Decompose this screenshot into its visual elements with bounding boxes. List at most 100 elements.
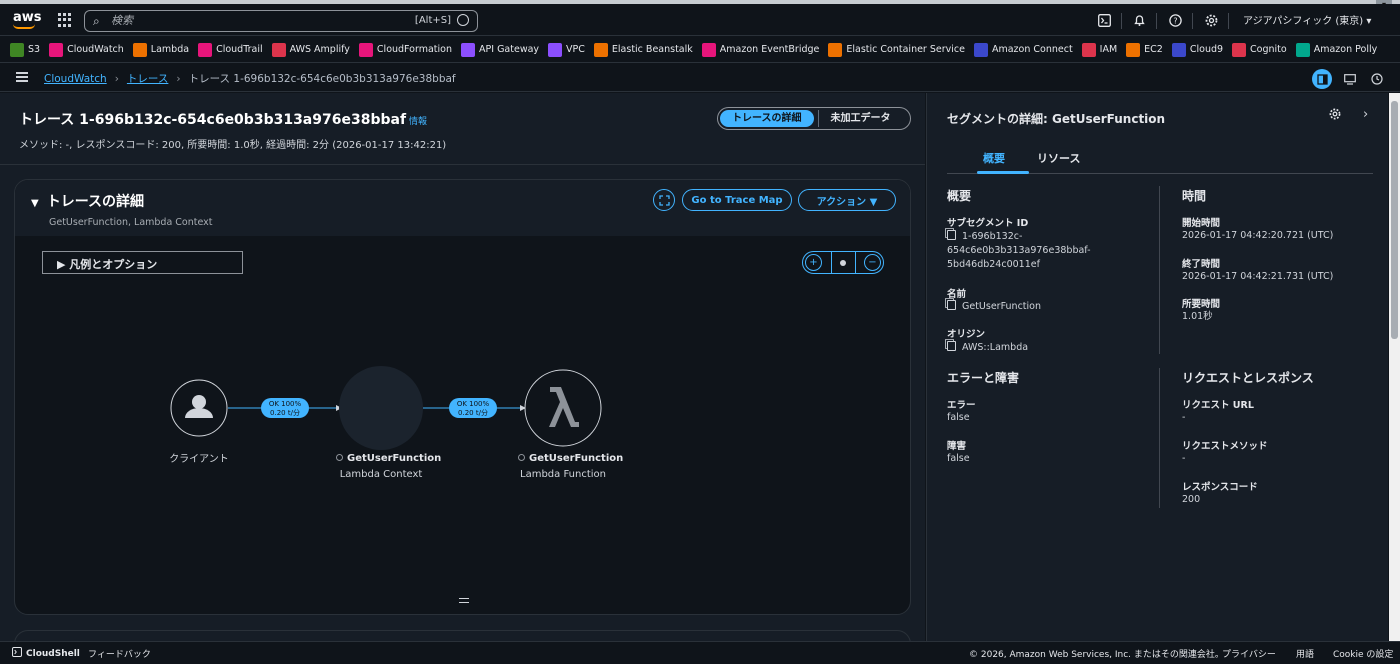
services-grid-icon[interactable]: [58, 13, 72, 27]
error-label: エラー: [947, 400, 976, 411]
duration-value: 1.01秒: [1182, 311, 1213, 322]
edge-stat-pill[interactable]: OK 100% 0.20 t/分: [449, 398, 497, 418]
copy-icon[interactable]: [947, 230, 956, 240]
lambda-function-type: Lambda Function: [520, 469, 606, 480]
favorite-label: Cognito: [1250, 44, 1287, 55]
copyright-text: © 2026, Amazon Web Services, Inc. またはその関…: [969, 650, 1224, 660]
terms-link[interactable]: 用語: [1296, 647, 1314, 660]
privacy-link[interactable]: プライバシー: [1222, 647, 1276, 660]
lambda-context-node[interactable]: [339, 366, 423, 450]
search-input[interactable]: [111, 13, 391, 29]
panel-scrollbar[interactable]: [1389, 93, 1400, 641]
footer: CloudShell フィードバック © 2026, Amazon Web Se…: [0, 641, 1400, 664]
favorite-label: CloudFormation: [376, 44, 453, 55]
copy-icon[interactable]: [947, 300, 956, 310]
subsegment-id-part: 5bd46db24c0011ef: [947, 259, 1040, 270]
end-time-label: 終了時間: [1182, 259, 1221, 270]
breadcrumb-cloudwatch[interactable]: CloudWatch: [44, 73, 107, 85]
favorite-label: IAM: [1099, 44, 1118, 55]
favorite-label: Lambda: [150, 44, 190, 55]
client-node-label: クライアント: [169, 454, 229, 465]
split-panel-icon[interactable]: [1312, 69, 1332, 89]
start-time-value: 2026-01-17 04:42:20.721 (UTC): [1182, 230, 1334, 241]
segment-trace-details[interactable]: トレースの詳細: [720, 110, 814, 127]
request-response-heading: リクエストとレスポンス: [1182, 371, 1314, 385]
menu-icon[interactable]: [16, 72, 28, 82]
tab-overview[interactable]: 概要: [983, 150, 1005, 166]
favorite-item[interactable]: Elastic Beanstalk: [593, 42, 693, 57]
resize-handle-icon[interactable]: [459, 598, 469, 603]
gear-icon[interactable]: [1329, 108, 1341, 124]
favorite-item[interactable]: VPC: [548, 42, 585, 57]
service-icon: [461, 42, 476, 57]
favorite-label: Amazon Connect: [991, 44, 1073, 55]
favorite-item[interactable]: CloudWatch: [49, 42, 124, 57]
top-navigation: aws ⌕ [Alt+S] ? アジアパシフィック (東京) ▾: [0, 4, 1400, 36]
favorite-item[interactable]: Amazon Connect: [973, 42, 1073, 57]
favorites-bar: S3 CloudWatch Lambda CloudTrail AWS Amplify C…: [0, 37, 1400, 63]
service-icon: [593, 42, 608, 57]
favorite-label: Elastic Container Service: [846, 44, 965, 55]
scrollbar-thumb[interactable]: [1391, 101, 1398, 339]
favorite-item[interactable]: API Gateway: [461, 42, 539, 57]
breadcrumb-traces[interactable]: トレース: [127, 71, 168, 86]
overview-heading: 概要: [947, 189, 972, 203]
lambda-context-name: GetUserFunction: [336, 453, 441, 464]
response-code-label: レスポンスコード: [1182, 482, 1258, 493]
favorite-item[interactable]: EC2: [1126, 42, 1163, 57]
status-ring-icon: [518, 454, 525, 461]
request-url-value: -: [1182, 412, 1186, 423]
service-icon: [701, 42, 716, 57]
aws-smile-icon: [13, 24, 35, 29]
gear-icon[interactable]: [1201, 9, 1221, 31]
favorite-item[interactable]: S3: [10, 42, 40, 57]
info-link[interactable]: 情報: [409, 117, 427, 127]
page-header: トレース 1-696b132c-654c6e0b3b313a976e38bbaf…: [0, 93, 925, 165]
segment-raw-data[interactable]: 未加工データ: [817, 110, 903, 127]
edge-stat-ok: OK 100%: [268, 400, 302, 408]
favorite-item[interactable]: AWS Amplify: [271, 42, 350, 57]
aws-logo[interactable]: aws: [13, 10, 42, 30]
bell-icon[interactable]: [1129, 9, 1149, 31]
search-box[interactable]: ⌕ [Alt+S]: [84, 10, 478, 32]
subsegment-id-value: 1-696b132c- 654c6e0b3b313a976e38bbaf- 5bd4…: [947, 229, 1091, 272]
favorite-item[interactable]: Elastic Container Service: [828, 42, 965, 57]
chevron-right-icon: ›: [114, 72, 119, 85]
subsegment-id-label: サブセグメント ID: [947, 218, 1029, 229]
favorite-item[interactable]: Lambda: [132, 42, 190, 57]
lambda-context-name-text: GetUserFunction: [347, 453, 442, 464]
favorite-label: AWS Amplify: [289, 44, 350, 55]
nav-divider: [1228, 13, 1229, 29]
start-time-label: 開始時間: [1182, 218, 1221, 229]
service-icon: [548, 42, 563, 57]
trace-details-card: ▼ トレースの詳細 GetUserFunction, Lambda Context…: [14, 179, 911, 615]
favorite-item[interactable]: CloudFormation: [358, 42, 453, 57]
tab-resources[interactable]: リソース: [1037, 150, 1080, 166]
chevron-right-icon[interactable]: ›: [1363, 107, 1368, 122]
favorite-item[interactable]: Amazon Polly: [1295, 42, 1378, 57]
favorite-item[interactable]: IAM: [1081, 42, 1118, 57]
favorite-item[interactable]: CloudTrail: [198, 42, 263, 57]
origin-value-text: AWS::Lambda: [962, 342, 1029, 353]
favorite-label: Amazon Polly: [1313, 44, 1378, 55]
feedback-link[interactable]: フィードバック: [88, 647, 151, 660]
search-clear-icon[interactable]: [457, 14, 469, 26]
help-icon[interactable]: ?: [1165, 9, 1185, 31]
nav-divider: [1192, 13, 1193, 29]
favorite-item[interactable]: Amazon EventBridge: [701, 42, 819, 57]
main-content: トレース 1-696b132c-654c6e0b3b313a976e38bbaf…: [0, 93, 925, 650]
favorite-item[interactable]: Cognito: [1232, 42, 1287, 57]
notifications-panel-icon[interactable]: [1340, 69, 1360, 89]
edge-stat-pill[interactable]: OK 100% 0.20 t/分: [261, 398, 309, 418]
favorite-item[interactable]: Cloud9: [1171, 42, 1223, 57]
breadcrumb-bar: CloudWatch › トレース › トレース 1-696b132c-654c…: [0, 64, 1400, 92]
panel-title: セグメントの詳細: GetUserFunction: [947, 112, 1166, 126]
cloudshell-icon[interactable]: [1094, 9, 1114, 31]
favorite-label: CloudTrail: [216, 44, 263, 55]
clock-icon[interactable]: [1367, 69, 1387, 89]
cloudshell-link[interactable]: CloudShell: [12, 647, 80, 659]
region-selector[interactable]: アジアパシフィック (東京) ▾: [1243, 12, 1371, 27]
copy-icon[interactable]: [947, 341, 956, 351]
cookie-settings-link[interactable]: Cookie の設定: [1333, 647, 1393, 660]
chevron-right-icon: ›: [176, 72, 181, 85]
